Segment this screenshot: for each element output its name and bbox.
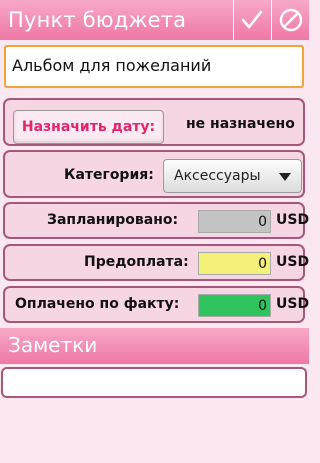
chevron-down-icon [279,173,291,181]
prepaid-label: Предоплата: [84,254,189,270]
prepaid-amount-input[interactable] [198,252,271,275]
confirm-button[interactable] [233,0,269,40]
planned-label: Запланировано: [47,212,179,228]
prepaid-currency: USD [276,254,310,270]
item-name-field-wrapper [4,45,304,88]
date-card: Назначить дату: не назначено [3,98,305,146]
paid-card: Оплачено по факту: USD [3,286,309,323]
category-selected-value: Аксессуары [174,168,261,184]
app-header: Пункт бюджета [0,0,309,40]
cancel-button[interactable] [271,0,309,40]
item-name-input[interactable] [12,56,296,75]
notes-section-header: Заметки [0,328,309,364]
paid-currency: USD [276,296,310,312]
cancel-circle-icon [279,8,302,32]
paid-amount-input[interactable] [198,294,271,317]
notes-input[interactable] [1,367,307,398]
page-title: Пункт бюджета [8,8,187,32]
category-label: Категория: [64,167,154,183]
planned-amount-input[interactable] [198,210,271,233]
category-card: Категория: Аксессуары [3,150,305,198]
category-dropdown[interactable]: Аксессуары [163,159,302,193]
checkmark-icon [241,10,262,29]
set-date-button[interactable]: Назначить дату: [13,110,164,144]
planned-currency: USD [276,212,310,228]
planned-card: Запланировано: USD [3,202,309,239]
prepaid-card: Предоплата: USD [3,244,309,281]
paid-label: Оплачено по факту: [15,296,180,312]
notes-title: Заметки [8,333,98,357]
date-value: не назначено [186,116,295,132]
